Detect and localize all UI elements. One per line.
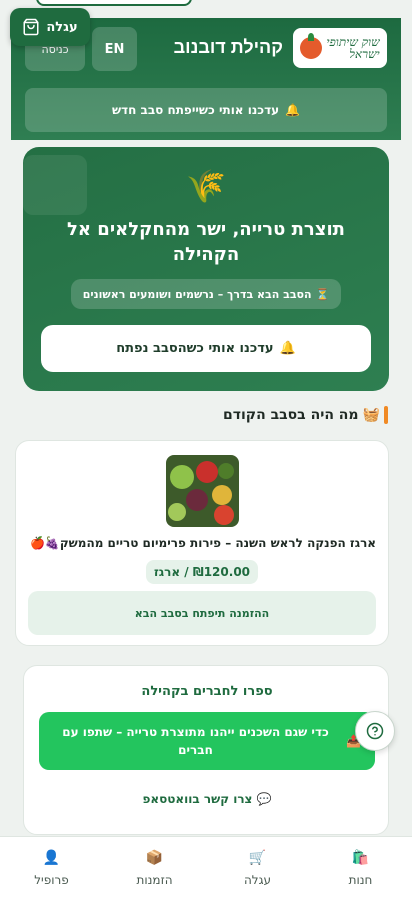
help-button[interactable] (355, 711, 395, 751)
bell-icon: 🔔 (285, 103, 301, 117)
notify-banner-label: עדכנו אותי כשייפתח סבב חדש (111, 103, 280, 117)
package-icon: 📦 (145, 849, 164, 866)
brand-logo[interactable]: שוק שיתופי ישראל (293, 28, 387, 68)
product-card[interactable]: ארגז הפנקה לראש השנה – פירות פרימיום טרי… (15, 440, 389, 646)
language-button[interactable]: EN (92, 27, 137, 71)
nav-item-shop[interactable]: 🛍️ חנות (309, 837, 412, 900)
shopping-bag-icon (23, 18, 39, 36)
notify-round-open-label: עדכנו אותי כשהסבב נפתח (116, 341, 274, 356)
logo-text: שוק שיתופי ישראל (326, 36, 379, 60)
nav-item-profile[interactable]: 👤 פרופיל (0, 837, 103, 900)
user-icon: 👤 (42, 849, 61, 866)
product-image (166, 455, 239, 527)
whatsapp-contact-link[interactable]: 💬 צרו קשר בוואטסאפ (24, 792, 390, 806)
previous-round-heading: 🧺 מה היה בסבב הקודם (223, 406, 388, 424)
previous-round-title: מה היה בסבב הקודם (222, 407, 359, 423)
bell-icon: 🔔 (279, 341, 296, 356)
basket-icon: 🧺 (362, 407, 380, 423)
product-name: ארגז הפנקה לראש השנה – פירות פרימיום טרי… (29, 536, 377, 550)
section-accent-bar (384, 406, 388, 424)
share-card: ספרו לחברים בקהילה 📤 כדי שגם השכנים ייהנ… (23, 665, 389, 835)
basket-decoration (23, 155, 87, 215)
shopping-bags-icon: 🛍️ (351, 849, 370, 866)
nav-item-label: עגלה (243, 872, 272, 887)
apple-logo-icon (300, 33, 323, 59)
next-order-note: ההזמנה תיפתח בסבב הבא (28, 591, 376, 635)
nav-item-label: הזמנות (136, 872, 173, 887)
hero-card: 🌾 תוצרת טרייה, ישר מהחקלאים אל הקהילה ⏳ … (23, 147, 389, 391)
chat-bubble-icon: 💬 (256, 792, 272, 806)
wheat-icon: 🌾 (186, 167, 226, 205)
share-button-label: כדי שגם השכנים ייהנו מתוצרת טרייה – שתפו… (62, 725, 329, 757)
nav-item-label: פרופיל (34, 872, 69, 887)
logo-text-line2: ישראל (349, 47, 380, 61)
top-pill (36, 0, 192, 6)
question-icon (366, 722, 384, 740)
nav-item-orders[interactable]: 📦 הזמנות (103, 837, 206, 900)
cart-icon: 🛒 (248, 849, 267, 866)
share-title: ספרו לחברים בקהילה (141, 684, 273, 699)
nav-item-label: חנות (348, 872, 373, 887)
whatsapp-contact-label: צרו קשר בוואטסאפ (142, 792, 253, 806)
share-with-friends-button[interactable]: 📤 כדי שגם השכנים ייהנו מתוצרת טרייה – שת… (39, 712, 375, 770)
notify-new-round-banner[interactable]: 🔔 עדכנו אותי כשייפתח סבב חדש (25, 88, 387, 132)
notify-round-open-button[interactable]: 🔔 עדכנו אותי כשהסבב נפתח (41, 325, 371, 372)
hero-title: תוצרת טרייה, ישר מהחקלאים אל הקהילה (67, 219, 345, 265)
cart-button[interactable]: עגלה (10, 8, 90, 46)
cart-label: עגלה (46, 19, 78, 35)
community-title: קהילת דובנוב (173, 37, 283, 57)
next-round-status-text: הסבב הבא בדרך – נרשמים ושומעים ראשונים (82, 287, 312, 301)
nav-item-cart[interactable]: 🛒 עגלה (206, 837, 309, 900)
next-round-status: ⏳ הסבב הבא בדרך – נרשמים ושומעים ראשונים (71, 279, 341, 309)
bottom-navigation: 🛍️ חנות 🛒 עגלה 📦 הזמנות 👤 פרופיל (0, 836, 412, 900)
product-price: ₪120.00 / ארגז (146, 560, 258, 584)
hourglass-icon: ⏳ (315, 287, 330, 301)
